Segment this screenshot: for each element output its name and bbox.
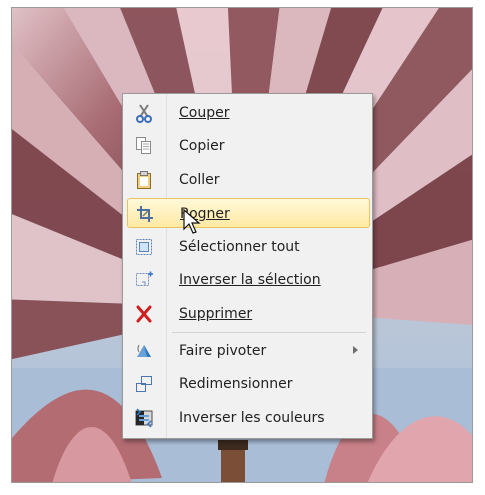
paste-icon xyxy=(134,170,154,190)
screenshot-frame: Couper Copier Coller Rogner Sélectionner… xyxy=(0,0,485,495)
submenu-arrow-icon xyxy=(353,346,358,354)
menu-item-inverser-selection[interactable]: Inverser la sélection xyxy=(127,265,370,295)
mouse-pointer-icon xyxy=(183,209,201,234)
scissors-icon xyxy=(134,103,154,123)
menu-item-label: Faire pivoter xyxy=(179,343,267,359)
menu-item-coller[interactable]: Coller xyxy=(127,165,370,195)
invert-selection-icon xyxy=(134,270,154,290)
menu-item-supprimer[interactable]: Supprimer xyxy=(127,299,370,329)
delete-icon xyxy=(134,304,154,324)
menu-item-faire-pivoter[interactable]: Faire pivoter xyxy=(127,336,370,366)
menu-item-label: Sélectionner tout xyxy=(179,239,300,255)
menu-item-copier[interactable]: Copier xyxy=(127,131,370,161)
select-all-icon xyxy=(134,237,154,257)
menu-separator xyxy=(172,332,366,333)
context-menu: Couper Copier Coller Rogner Sélectionner… xyxy=(122,93,373,439)
menu-item-label: Redimensionner xyxy=(179,376,293,392)
menu-item-label: Inverser les couleurs xyxy=(179,410,325,426)
menu-item-couper[interactable]: Couper xyxy=(127,98,370,128)
menu-item-label: Couper xyxy=(179,105,230,121)
menu-item-label: Copier xyxy=(179,138,225,154)
menu-item-label: Coller xyxy=(179,172,220,188)
menu-item-inverser-couleurs[interactable]: Inverser les couleurs xyxy=(127,403,370,433)
copy-icon xyxy=(134,136,154,156)
resize-icon xyxy=(134,374,154,394)
invert-colors-icon xyxy=(134,408,154,428)
menu-item-rogner[interactable]: Rogner xyxy=(127,198,370,228)
crop-icon xyxy=(135,204,155,224)
menu-item-label: Inverser la sélection xyxy=(179,272,321,288)
menu-item-selectionner-tout[interactable]: Sélectionner tout xyxy=(127,232,370,262)
rotate-icon xyxy=(134,341,154,361)
menu-item-label: Supprimer xyxy=(179,306,253,322)
menu-item-redimensionner[interactable]: Redimensionner xyxy=(127,369,370,399)
